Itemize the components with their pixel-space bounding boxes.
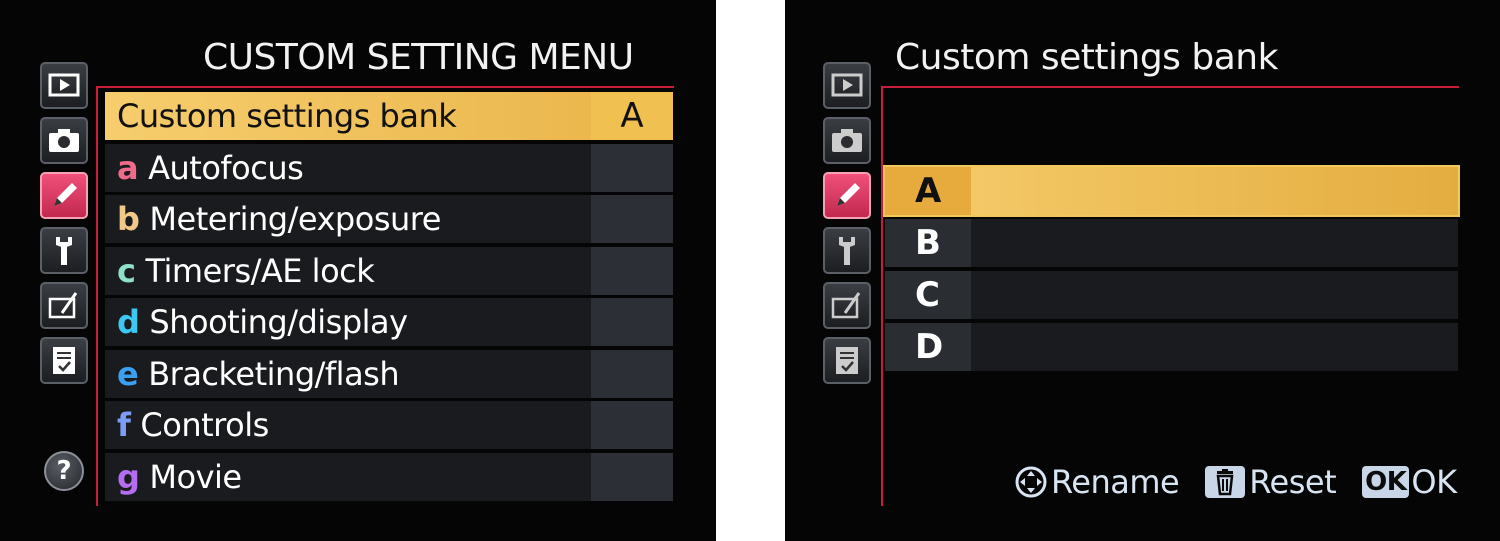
- menu-item-autofocus[interactable]: a Autofocus: [105, 143, 673, 192]
- menu-item-label: Custom settings bank: [117, 97, 457, 135]
- bank-option-d[interactable]: D: [885, 323, 1458, 371]
- menu-item-value: [591, 143, 673, 192]
- group-letter: a: [117, 148, 139, 187]
- tab-custom-setting[interactable]: [40, 172, 88, 219]
- menu-item-value: [591, 195, 673, 243]
- menu-item-shooting-display[interactable]: d Shooting/display: [105, 298, 673, 346]
- bank-option-a[interactable]: A: [883, 165, 1460, 217]
- bank-label: A: [885, 167, 971, 215]
- wrench-icon: [839, 237, 855, 265]
- menu-item-custom-settings-bank[interactable]: Custom settings bank A: [105, 92, 673, 140]
- menu-item-metering-exposure[interactable]: b Metering/exposure: [105, 195, 673, 243]
- menu-tabs: [823, 62, 871, 392]
- ok-button-icon: OK: [1362, 466, 1410, 498]
- ok-hint[interactable]: OK OK: [1362, 463, 1457, 501]
- menu-frame-left: [96, 86, 98, 506]
- bank-option-c[interactable]: C: [885, 271, 1458, 319]
- menu-item-label: Shooting/display: [149, 303, 408, 341]
- retouch-icon: [48, 292, 78, 319]
- custom-setting-list: Custom settings bank A a Autofocus b Meter…: [105, 92, 673, 504]
- group-letter: c: [117, 251, 136, 290]
- tab-my-menu[interactable]: [40, 337, 88, 384]
- menu-tabs: [40, 62, 88, 392]
- trash-icon: [1205, 466, 1246, 498]
- camera-icon: [832, 129, 862, 152]
- pencil-icon: [54, 183, 77, 206]
- rename-hint[interactable]: Rename: [1013, 463, 1180, 501]
- group-letter: g: [117, 457, 140, 496]
- menu-item-timers-ae-lock[interactable]: c Timers/AE lock: [105, 246, 673, 295]
- menu-item-value: A: [591, 92, 673, 140]
- menu-item-bracketing-flash[interactable]: e Bracketing/flash: [105, 349, 673, 398]
- menu-item-value: [591, 401, 673, 449]
- tab-custom-setting[interactable]: [823, 172, 871, 219]
- tab-photo-shooting[interactable]: [823, 117, 871, 164]
- tab-playback[interactable]: [40, 62, 88, 109]
- menu-item-label: Metering/exposure: [149, 200, 441, 238]
- tab-playback[interactable]: [823, 62, 871, 109]
- tab-retouch[interactable]: [40, 282, 88, 329]
- menu-item-label: Autofocus: [148, 148, 304, 187]
- tab-retouch[interactable]: [823, 282, 871, 329]
- retouch-icon: [831, 292, 861, 319]
- menu-item-value: [591, 452, 673, 501]
- ok-label: OK: [1411, 463, 1457, 501]
- menu-item-label: Controls: [140, 406, 269, 444]
- tab-setup[interactable]: [823, 227, 871, 274]
- menu-item-value: [591, 298, 673, 346]
- reset-label: Reset: [1249, 463, 1337, 501]
- tab-my-menu[interactable]: [823, 337, 871, 384]
- menu-frame-top: [881, 86, 1459, 88]
- tab-setup[interactable]: [40, 227, 88, 274]
- multi-selector-icon: [1015, 466, 1047, 498]
- menu-item-label: Movie: [149, 457, 242, 496]
- menu-item-controls[interactable]: f Controls: [105, 401, 673, 449]
- group-letter: e: [117, 354, 139, 393]
- menu-item-movie[interactable]: g Movie: [105, 452, 673, 501]
- bank-option-b[interactable]: B: [885, 219, 1458, 267]
- menu-item-label: Bracketing/flash: [148, 354, 400, 393]
- help-icon[interactable]: ?: [44, 451, 84, 491]
- menu-item-label: Timers/AE lock: [145, 251, 375, 290]
- menu-item-value: [591, 246, 673, 295]
- bank-label: C: [885, 271, 971, 319]
- custom-setting-menu-screen: CUSTOM SETTING MENU ? Custom settings ba…: [0, 0, 716, 541]
- pencil-icon: [837, 183, 860, 206]
- page-title: Custom settings bank: [895, 37, 1278, 78]
- playback-icon: [48, 73, 80, 97]
- menu-title: CUSTOM SETTING MENU: [203, 37, 634, 78]
- bank-list: A B C D: [883, 165, 1460, 375]
- bank-label: D: [885, 323, 971, 371]
- group-letter: b: [117, 200, 140, 238]
- menu-item-value: [591, 349, 673, 398]
- rename-label: Rename: [1051, 463, 1180, 501]
- group-letter: f: [117, 406, 131, 444]
- reset-hint[interactable]: Reset: [1205, 463, 1337, 501]
- menu-frame-top: [96, 86, 674, 88]
- group-letter: d: [117, 303, 140, 341]
- wrench-icon: [56, 237, 72, 265]
- custom-settings-bank-screen: Custom settings bank A B C D Rename Rese…: [785, 0, 1500, 541]
- tab-photo-shooting[interactable]: [40, 117, 88, 164]
- my-menu-icon: [53, 347, 75, 374]
- camera-icon: [49, 129, 79, 152]
- my-menu-icon: [836, 347, 858, 374]
- button-hints: Rename Reset OK OK: [1013, 462, 1483, 502]
- menu-frame-left: [881, 86, 883, 506]
- playback-icon: [831, 73, 863, 97]
- bank-label: B: [885, 219, 971, 267]
